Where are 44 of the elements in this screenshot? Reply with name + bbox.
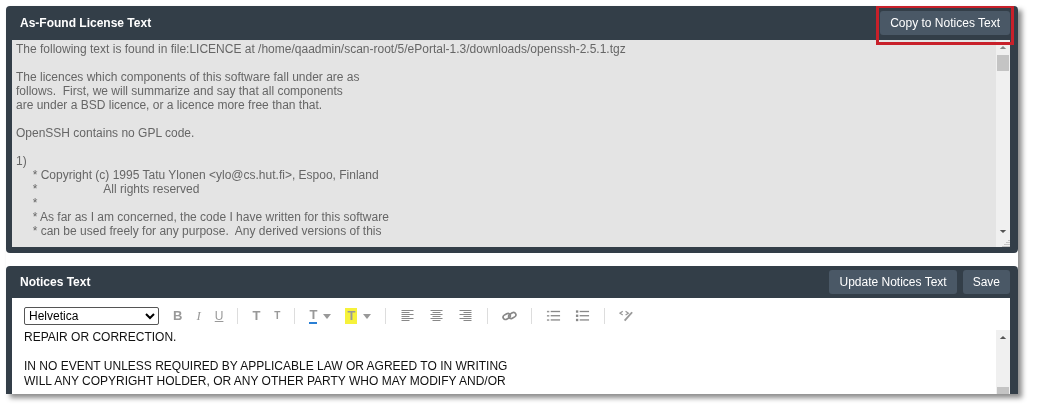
notice-line: WILL ANY COPYRIGHT HOLDER, OR ANY OTHER PARTY WHO MAY MODIFY AND/OR: [24, 374, 507, 389]
bullet-list-icon[interactable]: [575, 310, 591, 322]
font-select[interactable]: Helvetica: [24, 307, 159, 325]
text-color-button[interactable]: T: [309, 308, 318, 324]
license-line: * As far as I am concerned, the code I have written for this software: [31, 210, 390, 224]
font-size-up-button[interactable]: T: [252, 308, 261, 324]
scroll-up-icon[interactable]: [999, 45, 1007, 50]
notice-line: IN NO EVENT UNLESS REQUIRED BY APPLICABLE LAW OR AGREED TO IN WRITING: [24, 359, 509, 374]
license-line: OpenSSH contains no GPL code.: [16, 126, 196, 140]
license-line: follows. First, we will summarize and say that all components: [16, 84, 344, 98]
scrollbar[interactable]: [996, 330, 1010, 394]
license-line: The licences which components of this software fall under are as: [16, 70, 361, 84]
copy-to-notices-button[interactable]: Copy to Notices Text: [880, 11, 1010, 35]
action-button[interactable]: Update Notices Text: [829, 270, 957, 294]
license-text-area[interactable]: [12, 40, 1010, 247]
notice-line: REPAIR OR CORRECTION.: [24, 330, 178, 345]
scroll-thumb[interactable]: [997, 55, 1009, 71]
caret-icon[interactable]: [323, 313, 332, 319]
align-left-icon[interactable]: [400, 310, 416, 322]
panel-title: Notices Text: [19, 275, 91, 289]
panel-title: As-Found License Text: [19, 16, 152, 30]
license-line: * can be used freely for any purpose. Any derived versions of this: [31, 224, 383, 238]
highlight-color-button[interactable]: T: [345, 308, 358, 324]
license-line: * Copyright (c) 1995 Tatu Ylonen <ylo@cs.hut.fi>, Espoo, Finland: [31, 168, 380, 182]
license-line: *: [31, 196, 39, 210]
underline-button[interactable]: U: [214, 308, 224, 324]
license-line: 1): [16, 154, 28, 168]
font-size-down-button[interactable]: T: [274, 308, 281, 324]
resize-grip-icon[interactable]: [1002, 239, 1010, 247]
bold-button[interactable]: B: [173, 308, 183, 324]
license-line: * All rights reserved: [31, 182, 201, 196]
numbered-list-icon[interactable]: [546, 310, 562, 322]
align-right-icon[interactable]: [458, 310, 474, 322]
license-line: are under a BSD licence, or a licence more free than that.: [16, 98, 324, 112]
license-line: The following text is found in file:LICENCE at /home/qaadmin/scan-root/5/ePortal-1.3/downloads/openssh-2.5.1.tgz: [16, 42, 627, 56]
action-button[interactable]: Save: [962, 270, 1010, 294]
scroll-up-icon[interactable]: [999, 335, 1007, 340]
code-pen-icon[interactable]: [619, 310, 635, 322]
scroll-down-icon[interactable]: [999, 229, 1007, 234]
scrollbar[interactable]: [996, 40, 1010, 247]
caret-icon[interactable]: [363, 313, 372, 319]
italic-button[interactable]: I: [196, 308, 201, 324]
link-icon[interactable]: [502, 310, 518, 322]
align-center-icon[interactable]: [429, 310, 445, 322]
